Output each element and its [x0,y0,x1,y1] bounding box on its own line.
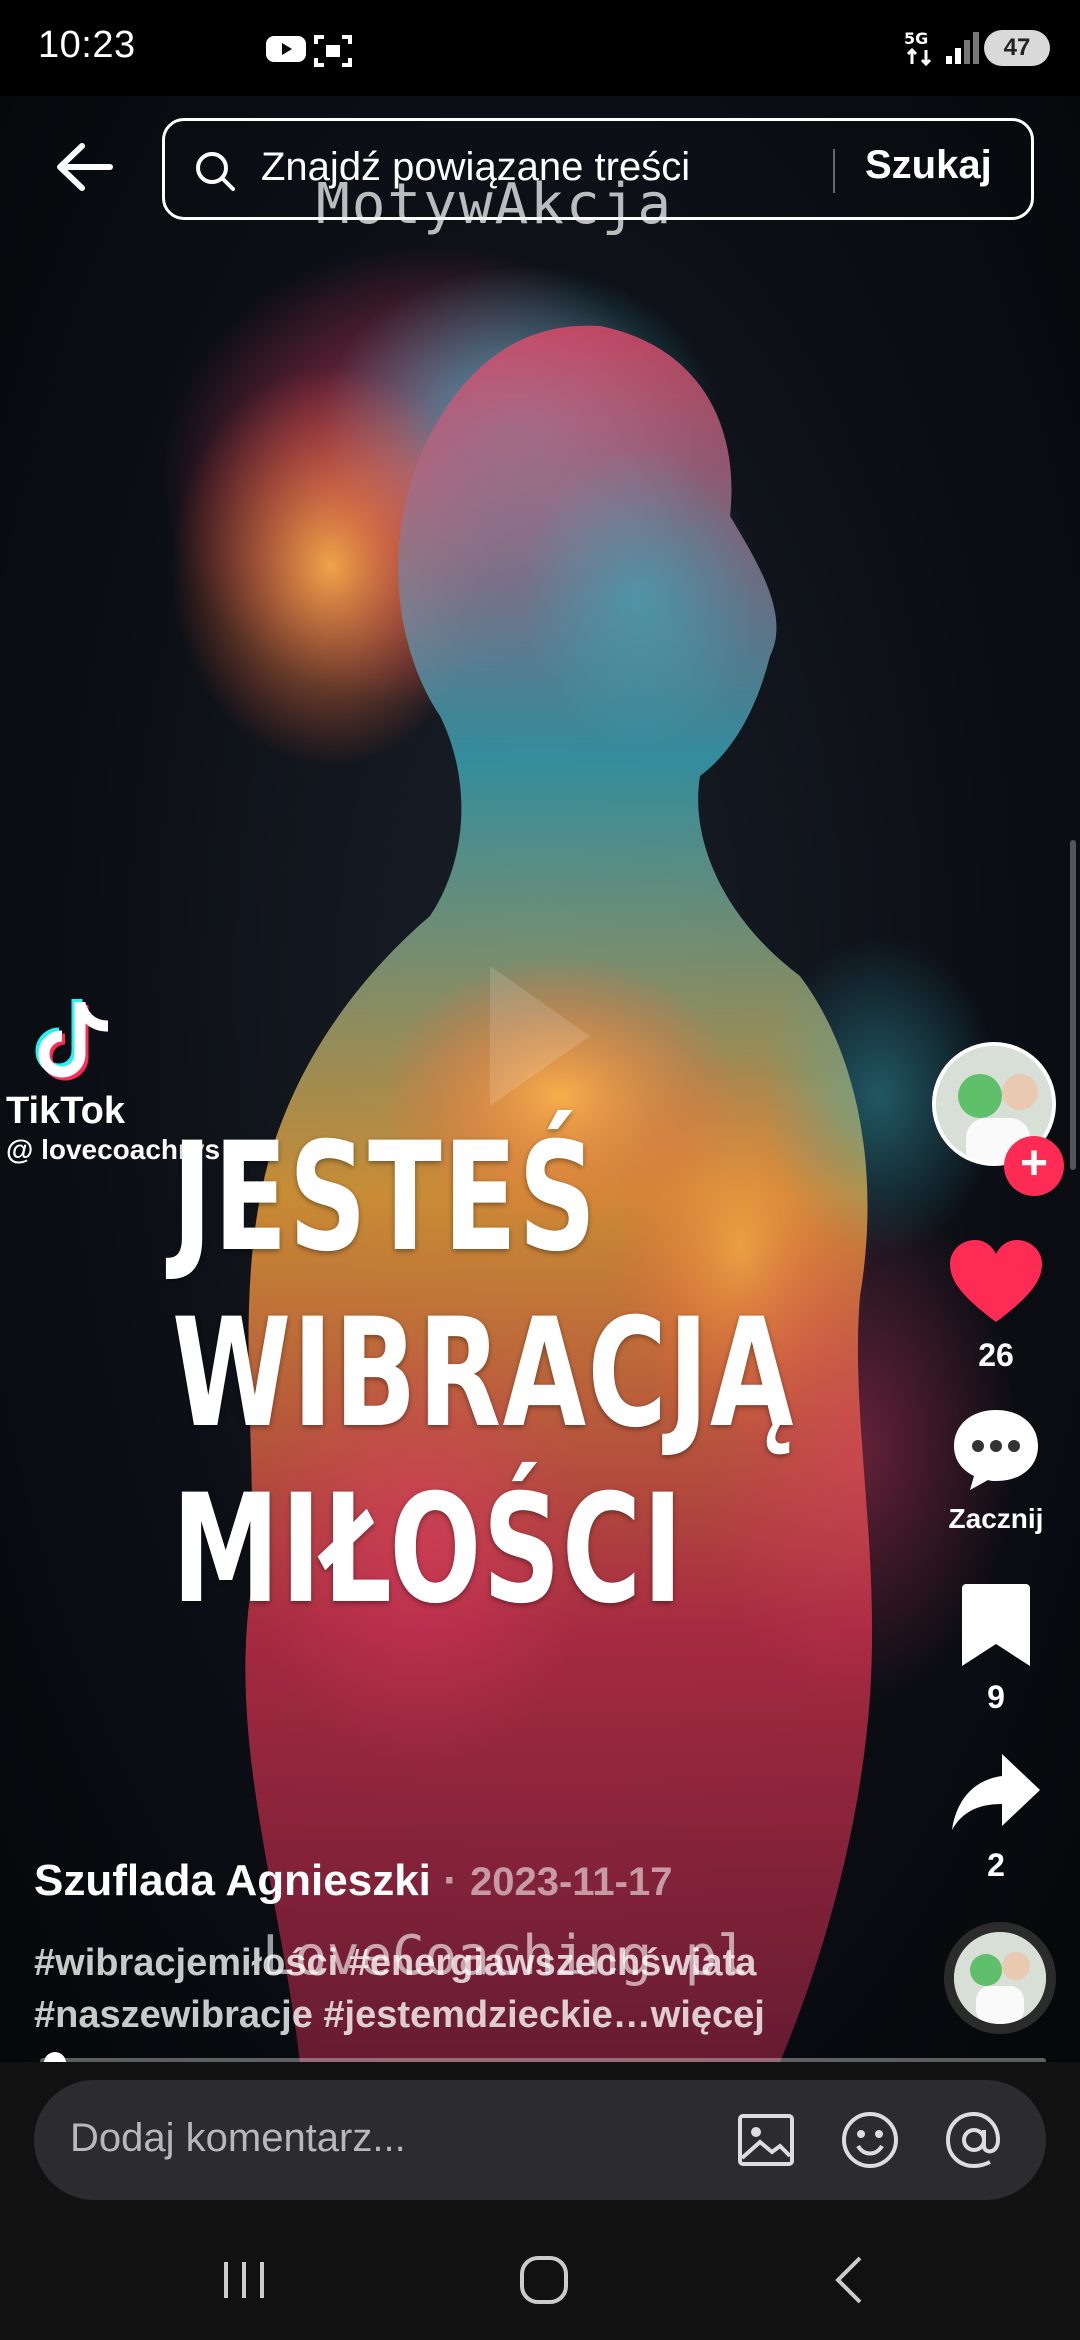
svg-text:5G: 5G [904,29,928,48]
scroll-indicator [1070,840,1076,1170]
emoji-icon[interactable] [834,2104,906,2176]
status-time: 10:23 [38,24,136,66]
comment-input-bar[interactable]: Dodaj komentarz... [34,2080,1046,2200]
back-arrow-icon[interactable] [50,132,120,202]
watermark-top: MotywAkcja [316,172,674,237]
mention-icon[interactable] [938,2104,1010,2176]
share-arrow-icon [952,1754,1040,1830]
title-line-3: MIŁOŚCI [172,1463,685,1637]
title-line-2: WIBRACJĄ [172,1287,795,1461]
music-disc-icon[interactable] [944,1922,1056,2034]
watermark-bottom: LoveCoaching.pl [262,1924,750,1987]
video-artwork [160,246,1020,2062]
like-count: 26 [978,1337,1014,1373]
share-count: 2 [987,1847,1005,1883]
like-button[interactable]: 26 [944,1238,1048,1374]
search-button[interactable]: Szukaj [865,143,992,188]
status-bar: 10:23 5G 47 [0,0,1080,96]
save-count: 9 [987,1679,1005,1715]
follow-button[interactable]: + [1004,1136,1064,1196]
music-disc-image [954,1932,1046,2024]
comment-icon [954,1410,1038,1490]
back-nav-icon[interactable] [820,2250,880,2310]
tiktok-logo-icon [35,999,109,1081]
screenshot-icon [314,35,352,67]
heart-icon [950,1240,1042,1322]
recent-apps-icon[interactable] [214,2250,274,2310]
caption-line-2[interactable]: #naszewibracje #jestemdzieckie…więcej [34,1994,765,2037]
author-date-separator: · [443,1856,458,1905]
search-icon [196,152,235,191]
author-name[interactable]: Szuflada Agnieszki [34,1856,431,1905]
bookmark-icon [962,1584,1030,1666]
comment-label: Zacznij [948,1503,1044,1534]
post-date: 2023-11-17 [470,1860,673,1904]
comment-input[interactable]: Dodaj komentarz... [70,2116,406,2161]
video-title-overlay: JESTEŚ WIBRACJĄ MIŁOŚCI [172,1110,795,1638]
youtube-icon [266,36,306,62]
tiktok-wordmark: TikTok [6,1090,125,1132]
image-icon[interactable] [730,2104,802,2176]
caption-author-line: Szuflada Agnieszki · 2023-11-17 [34,1856,672,1906]
comment-button[interactable]: Zacznij [944,1404,1048,1535]
5g-icon: 5G [904,29,932,67]
video-player[interactable] [0,96,1080,2062]
share-button[interactable]: 2 [944,1748,1048,1884]
system-nav-bar [0,2220,1080,2340]
save-button[interactable]: 9 [944,1580,1048,1716]
home-icon[interactable] [514,2250,574,2310]
signal-icon [946,32,979,64]
title-line-1: JESTEŚ [172,1111,598,1285]
battery-icon: 47 [984,30,1050,66]
search-divider [833,149,835,193]
